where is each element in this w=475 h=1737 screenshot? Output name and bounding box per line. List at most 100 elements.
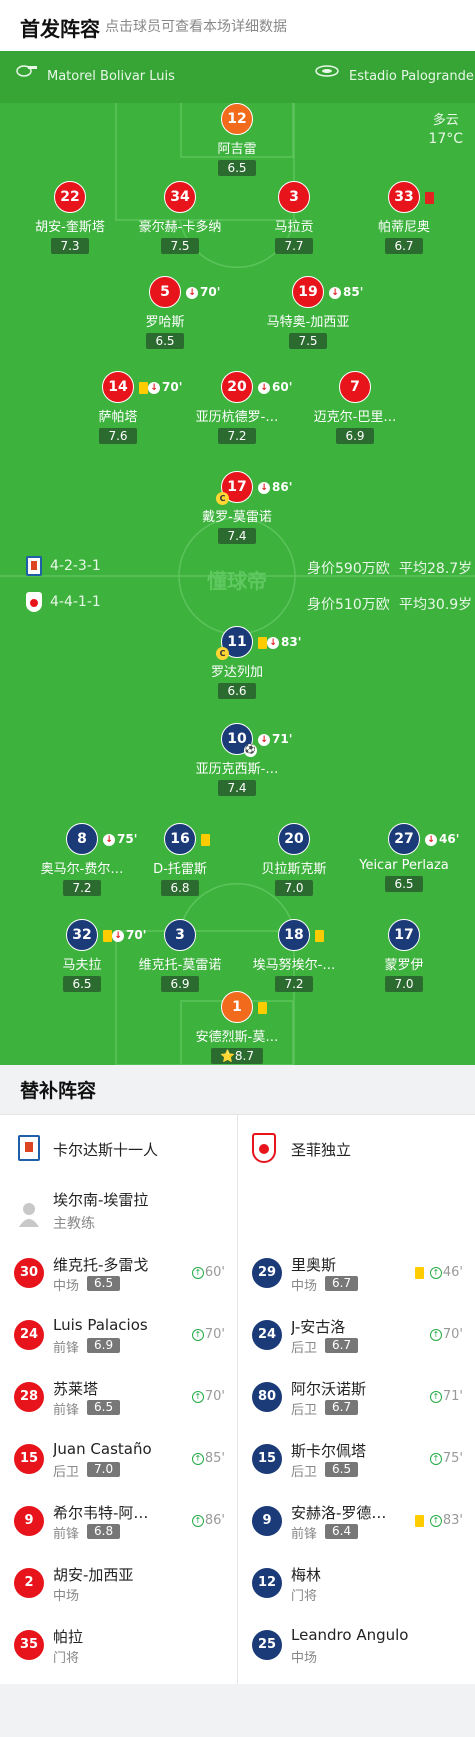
sub-position: 中场 (291, 1279, 318, 1294)
home-player[interactable]: 17 C ↓ 86' 戴罗-莫雷诺 7.4 (177, 471, 297, 544)
home-sub-row[interactable]: 15 Juan Castaño 后卫 7.0 ↑ 85' (0, 1433, 237, 1496)
sub-name: 里奥斯 (291, 1256, 337, 1274)
home-sub-row[interactable]: 28 苏莱塔 前锋 6.5 ↑ 70' (0, 1371, 237, 1434)
sub-position: 中场 (53, 1279, 80, 1294)
jersey-number: 27 ↓ 46' (388, 823, 459, 855)
player-name: 罗哈斯 (145, 315, 185, 330)
player-rating: 7.4 (218, 780, 256, 796)
sub-name: 阿尔沃诺斯 (291, 1380, 367, 1398)
sub-name: 帕拉 (53, 1628, 84, 1646)
home-player[interactable]: 22 胡安-奎斯塔 7.3 (10, 181, 130, 254)
home-avg-age: 平均28.7岁 (399, 561, 473, 577)
sub-minute: 83' (442, 1513, 463, 1528)
home-player[interactable]: 34 豪尔赫-卡多纳 7.5 (120, 181, 240, 254)
jersey-number: 33 (388, 181, 434, 213)
home-player[interactable]: 20 ↓ 60' 亚历杭德罗-… 7.2 (177, 371, 297, 444)
player-name: 亚历杭德罗-… (195, 410, 279, 425)
home-sub-row[interactable]: 9 希尔韦特-阿… 前锋 6.8 ↑ 86' (0, 1495, 237, 1558)
home-player[interactable]: 33 帕蒂尼奥 6.7 (344, 181, 464, 254)
coach-avatar-icon (19, 1203, 39, 1227)
home-player[interactable]: 3 马拉贡 7.7 (234, 181, 354, 254)
away-sub-row[interactable]: 80 阿尔沃诺斯 后卫 6.7 ↑ 71' (238, 1371, 475, 1434)
yellow-card-icon (315, 929, 324, 942)
away-sub-row[interactable]: 29 里奥斯 中场 6.7 ↑ 46' (238, 1247, 475, 1310)
jersey-number: 1 (221, 991, 267, 1023)
sub-position: 后卫 (291, 1341, 318, 1356)
away-team-name[interactable]: 圣菲独立 (291, 1139, 351, 1160)
sub-minute: 46' (439, 832, 460, 846)
sub-off-icon: ↓ (258, 733, 270, 746)
yellow-card-icon (414, 1266, 424, 1279)
away-sub-row[interactable]: 9 安赫洛-罗德… 前锋 6.4 ↑ 83' (238, 1495, 475, 1558)
sub-minute: 60' (204, 1265, 225, 1280)
player-name: 迈克尔-巴里… (313, 410, 397, 425)
home-player[interactable]: 12 阿吉雷 6.5 (177, 103, 297, 176)
player-name: 亚历克西斯-… (195, 762, 279, 777)
jersey-number: 11 C ↓ 83' (216, 626, 301, 660)
away-player[interactable]: 17 蒙罗伊 7.0 (344, 919, 464, 992)
player-name: 萨帕塔 (98, 410, 138, 425)
jersey-number: 32 ↓ 70' (66, 919, 146, 951)
sub-off-icon: ↓ (258, 481, 270, 494)
coach-row[interactable]: 埃尔南-埃雷拉 主教练 (14, 1187, 251, 1247)
away-sub-row[interactable]: 15 斯卡尔佩塔 后卫 6.5 ↑ 75' (238, 1433, 475, 1496)
sub-on-icon: ↑ (191, 1514, 204, 1527)
player-rating: 7.2 (63, 880, 101, 896)
temperature-text: 17°C (428, 131, 463, 147)
coach-name: 埃尔南-埃雷拉 (53, 1191, 149, 1209)
sub-on-time: ↑ 86' (191, 1513, 225, 1528)
away-player[interactable]: 27 ↓ 46' Yeicar Perlaza 6.5 (344, 823, 464, 892)
player-rating: 7.2 (275, 976, 313, 992)
sub-position: 前锋 (291, 1527, 318, 1542)
subs-title: 替补阵容 (20, 1080, 97, 1102)
home-formation-row: 4-2-3-1 身价590万欧 平均28.7岁 (0, 556, 475, 577)
sub-rating: 6.7 (325, 1338, 359, 1353)
player-events: ↓ 60' (258, 372, 292, 402)
player-name: 维克托-莫雷诺 (138, 958, 222, 973)
jersey-number: 20 (278, 823, 310, 855)
away-player[interactable]: 20 贝拉斯克斯 7.0 (234, 823, 354, 896)
away-player[interactable]: 16 D-托雷斯 6.8 (120, 823, 240, 896)
best-player-star-icon: ⭐ (219, 1049, 235, 1063)
sub-on-icon: ↑ (191, 1390, 204, 1403)
sub-position: 前锋 (53, 1527, 80, 1542)
page-title: 首发阵容 (20, 17, 100, 41)
jersey-number: 3 (278, 181, 310, 213)
home-team-logo-icon (26, 556, 42, 576)
sub-name: Luis Palacios (53, 1316, 148, 1334)
away-team-logo-icon (252, 1133, 276, 1163)
jersey-number: 28 (14, 1382, 44, 1412)
away-player[interactable]: 18 埃马努埃尔-… 7.2 (234, 919, 354, 992)
player-rating: 6.6 (218, 683, 256, 699)
jersey-number: 10 ⚽ ↓ 71' (221, 723, 292, 757)
jersey-number: 3 (164, 919, 196, 951)
home-sub-row[interactable]: 35 帕拉 门将 (0, 1619, 237, 1682)
jersey-number: 34 (164, 181, 196, 213)
away-player[interactable]: 11 C ↓ 83' 罗达列加 6.6 (177, 626, 301, 699)
home-sub-row[interactable]: 2 胡安-加西亚 中场 (0, 1557, 237, 1620)
away-sub-row[interactable]: 12 梅林 门将 (238, 1557, 475, 1620)
home-player[interactable]: 5 ↓ 70' 罗哈斯 6.5 (105, 276, 225, 349)
home-team-logo-icon (18, 1135, 40, 1161)
away-player[interactable]: 1 安德烈斯-莫… ⭐8.7 (177, 991, 297, 1064)
home-value: 身价590万欧 (307, 561, 390, 577)
home-sub-row[interactable]: 30 维克托-多雷戈 中场 6.5 ↑ 60' (0, 1247, 237, 1310)
home-team-name[interactable]: 卡尔达斯十一人 (53, 1139, 158, 1160)
home-sub-row[interactable]: 24 Luis Palacios 前锋 6.9 ↑ 70' (0, 1309, 237, 1372)
player-name: D-托雷斯 (153, 862, 207, 877)
jersey-number: 18 (278, 919, 324, 951)
jersey-number: 29 (252, 1258, 282, 1288)
player-rating: 7.5 (289, 333, 327, 349)
sub-position: 中场 (53, 1589, 80, 1604)
away-player[interactable]: 10 ⚽ ↓ 71' 亚历克西斯-… 7.4 (177, 723, 297, 796)
home-player[interactable]: 19 ↓ 85' 马特奥-加西亚 7.5 (248, 276, 368, 349)
home-player[interactable]: 14 ↓ 70' 萨帕塔 7.6 (58, 371, 182, 444)
pitch: 懂球帝 Matorel Bolivar Luis Estadio Palogra… (0, 51, 475, 1065)
yellow-card-icon (201, 833, 210, 846)
sub-name: 安赫洛-罗德… (291, 1504, 387, 1522)
home-player[interactable]: 7 迈克尔-巴里… 6.9 (295, 371, 415, 444)
away-player[interactable]: 3 维克托-莫雷诺 6.9 (120, 919, 240, 992)
away-sub-row[interactable]: 25 Leandro Angulo 中场 (238, 1619, 475, 1682)
away-sub-row[interactable]: 24 J-安古洛 后卫 6.7 ↑ 70' (238, 1309, 475, 1372)
sub-position: 门将 (291, 1589, 318, 1604)
